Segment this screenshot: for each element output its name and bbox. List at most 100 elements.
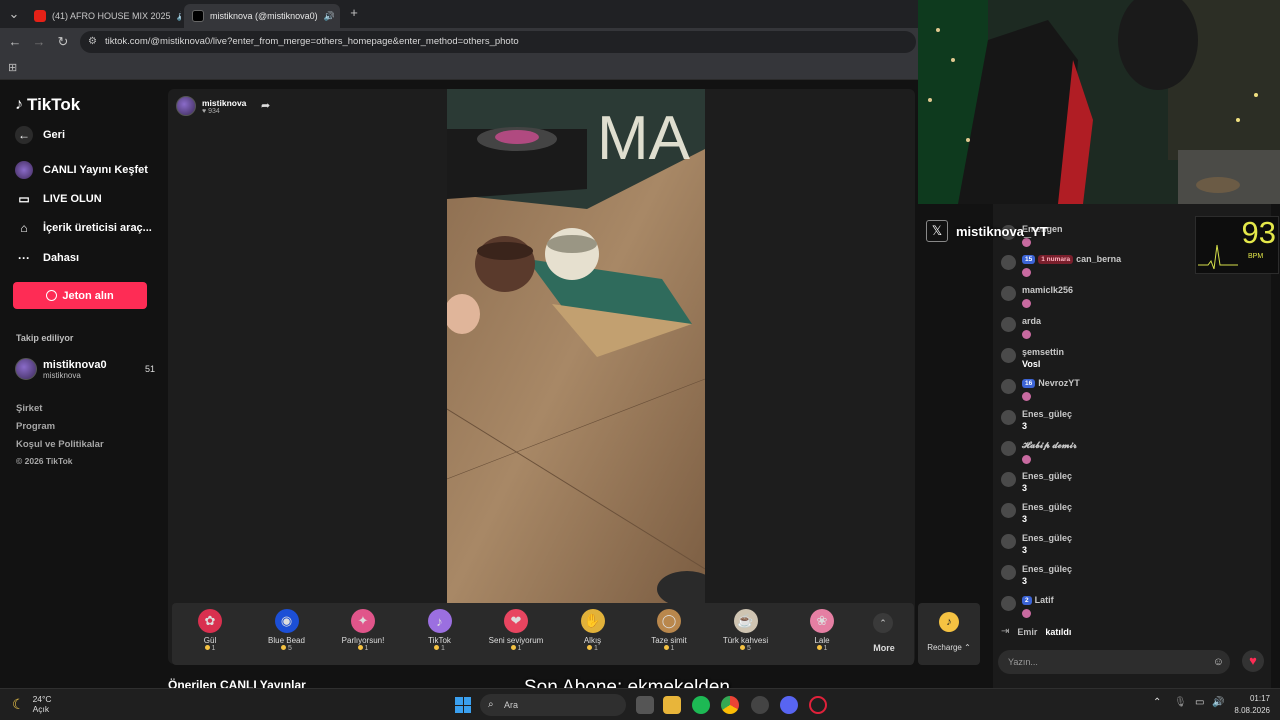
gift-item[interactable]: ✿ Gül 1 (172, 609, 248, 652)
gift-item[interactable]: ✦ Parlıyorsun! 1 (325, 609, 401, 652)
chat-input[interactable]: Yazın... ☺ (998, 650, 1230, 674)
chat-username[interactable]: Enes_güleç (1022, 471, 1072, 481)
back-arrow-icon[interactable]: ← (7, 34, 23, 50)
network-icon[interactable]: ▭ (1195, 697, 1204, 708)
chat-username[interactable]: Enes_güleç (1022, 533, 1072, 543)
gift-item[interactable]: ❤ Seni seviyorum 1 (478, 609, 554, 652)
avatar (1001, 596, 1016, 611)
chat-message[interactable]: Enes_güleç 3 (1001, 471, 1072, 493)
gift-item[interactable]: ☕ Türk kahvesi 5 (708, 609, 784, 652)
chat-username[interactable]: Enes_güleç (1022, 409, 1072, 419)
reload-icon[interactable]: ↻ (55, 34, 71, 50)
weather-widget[interactable]: ☾ 24°C Açık (12, 694, 52, 714)
tab-tiktok[interactable]: mistiknova (@mistiknova0) 🔊 ✕ (184, 4, 340, 28)
tray-chevron-icon[interactable]: ⌃ (1153, 697, 1161, 708)
chat-username[interactable]: arda (1022, 316, 1041, 326)
chevron-up-icon[interactable]: ⌃ (873, 613, 893, 633)
chat-message[interactable]: 15 1 numara can_berna (1001, 254, 1121, 282)
clock-time: 01:17 (1249, 694, 1270, 703)
gift-item[interactable]: ✋ Alkış 1 (555, 609, 631, 652)
chat-username[interactable]: NevrozYT (1038, 378, 1080, 388)
chat-username[interactable]: Enes_güleç (1022, 502, 1072, 512)
gift-item[interactable]: ❀ Lale 1 (784, 609, 860, 652)
chat-username[interactable]: Latif (1035, 595, 1054, 605)
discord-icon[interactable] (780, 696, 798, 714)
live-video[interactable]: MA (447, 89, 705, 603)
spotify-icon[interactable] (692, 696, 710, 714)
avatar (1001, 472, 1016, 487)
following-account[interactable]: mistiknova0 mistiknova 51 (15, 358, 155, 380)
chat-username[interactable]: 𝓗𝓪𝓫𝓲𝓹 𝓭𝓮𝓶𝓲𝓻 (1022, 440, 1077, 450)
chat-username-line: mamiclk256 (1022, 285, 1073, 295)
file-explorer-icon[interactable] (663, 696, 681, 714)
obs-icon[interactable] (751, 696, 769, 714)
get-coins-label: Jeton alın (62, 289, 114, 302)
site-info-icon[interactable]: ⚙ (88, 31, 97, 53)
chrome-icon[interactable] (721, 696, 739, 714)
recharge-panel[interactable]: ♪ Recharge ⌃ (918, 603, 980, 665)
chat-message[interactable]: Enes_güleç 3 (1001, 409, 1072, 431)
tiktok-logo[interactable]: ♪ TikTok (15, 95, 80, 115)
chat-message[interactable]: Enes_güleç 3 (1001, 533, 1072, 555)
footer-program-link[interactable]: Program (16, 421, 55, 432)
forward-arrow-icon[interactable]: → (31, 34, 47, 50)
gift-price-value: 5 (747, 645, 751, 652)
more-gifts-button[interactable]: More (862, 643, 906, 653)
nav-go-live[interactable]: ▭ LIVE OLUN (15, 190, 101, 208)
chat-message[interactable]: arda (1001, 316, 1041, 344)
emoji-icon[interactable]: ☺ (1213, 650, 1224, 674)
volume-icon[interactable]: 🔊 (1212, 697, 1224, 708)
back-button[interactable]: ← Geri (15, 126, 65, 144)
chat-username-line: 2 Latif (1022, 595, 1054, 605)
chat-message[interactable]: 2 Latif (1001, 595, 1054, 623)
task-view-icon[interactable] (636, 696, 654, 714)
footer-company-link[interactable]: Şirket (16, 403, 42, 414)
chat-message[interactable]: Enes_güleç 3 (1001, 564, 1072, 586)
chat-message[interactable]: mamiclk256 (1001, 285, 1073, 313)
tiktok-sidebar: ♪ TikTok ← Geri CANLI Yayını Keşfet ▭ LI… (0, 81, 168, 688)
gift-item[interactable]: ◯ Taze simit 1 (631, 609, 707, 652)
avatar (1001, 441, 1016, 456)
chat-message[interactable]: Enes_güleç 3 (1001, 502, 1072, 524)
following-handle: mistiknova (43, 370, 81, 380)
coin-icon (357, 645, 363, 650)
tab-youtube[interactable]: (41) AFRO HOUSE MIX 2025 🔊 ✕ (26, 4, 181, 28)
apps-grid-icon[interactable]: ⊞ (8, 61, 17, 74)
chat-message[interactable]: 16 NevrozYT (1001, 378, 1080, 406)
url-field[interactable]: ⚙ tiktok.com/@mistiknova0/live?enter_fro… (80, 31, 916, 53)
opera-icon[interactable] (809, 696, 827, 714)
windows-start-icon[interactable] (455, 697, 471, 713)
tab-search-icon[interactable]: ⌄ (6, 6, 22, 22)
chat-username[interactable]: mamiclk256 (1022, 285, 1073, 295)
nav-live-explore[interactable]: CANLI Yayını Keşfet (15, 161, 148, 179)
tiktok-gift-icon: ♪ (427, 609, 452, 633)
speaker-icon: 🔊 (323, 10, 335, 21)
host-info[interactable]: mistiknova ♥ 934 (176, 96, 246, 116)
chat-username[interactable]: Enes_güleç (1022, 564, 1072, 574)
new-tab-plus-icon[interactable]: + (346, 5, 362, 21)
coin-icon (816, 645, 822, 650)
user-badge: 16 (1022, 379, 1036, 388)
chat-message[interactable]: 𝓗𝓪𝓫𝓲𝓹 𝓭𝓮𝓶𝓲𝓻 (1001, 440, 1077, 469)
chat-username[interactable]: şemsettin (1022, 347, 1064, 357)
footer-terms-link[interactable]: Koşul ve Politikalar (16, 439, 104, 450)
join-user: Emir (1017, 626, 1038, 637)
gift-item[interactable]: ◉ Blue Bead 5 (249, 609, 325, 652)
nav-creator-tools[interactable]: ⌂ İçerik üreticisi araç... (15, 219, 151, 237)
share-arrow-icon[interactable]: ➦ (261, 99, 275, 113)
like-heart-button[interactable]: ♥ (1242, 650, 1264, 672)
taskbar-search[interactable]: ⌕ Ara (480, 694, 626, 716)
gift-name: Gül (203, 636, 217, 645)
shine-icon: ✦ (351, 609, 375, 633)
get-coins-button[interactable]: Jeton alın (13, 282, 147, 309)
chat-username-line: Enes_güleç (1022, 564, 1072, 574)
chat-username-line: 𝓗𝓪𝓫𝓲𝓹 𝓭𝓮𝓶𝓲𝓻 (1022, 440, 1077, 451)
chat-username[interactable]: can_berna (1076, 254, 1121, 264)
avatar (1001, 255, 1016, 270)
system-clock[interactable]: 01:17 8.08.2026 (1230, 693, 1270, 717)
microphone-icon[interactable]: 🎙 (1174, 697, 1187, 708)
search-icon: ⌕ (488, 699, 494, 710)
gift-item[interactable]: ♪ TikTok 1 (402, 609, 478, 652)
chat-message[interactable]: şemsettin Vosl (1001, 347, 1064, 369)
nav-more[interactable]: ··· Dahası (15, 249, 79, 267)
